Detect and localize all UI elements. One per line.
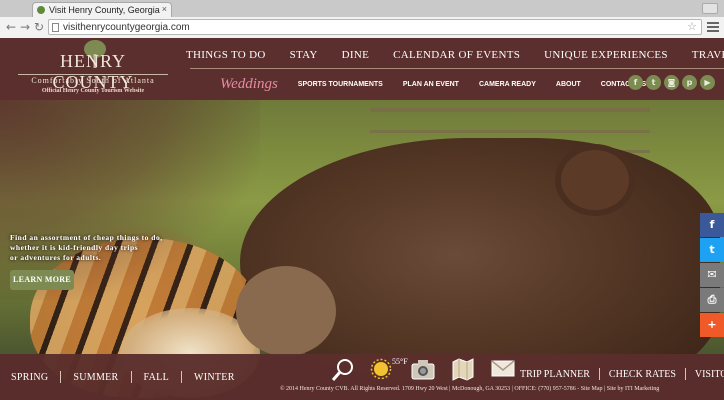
nav-dine[interactable]: DINE — [342, 49, 369, 61]
camera-icon[interactable] — [410, 357, 440, 383]
map-icon[interactable] — [450, 357, 480, 383]
share-twitter-icon[interactable]: t — [700, 238, 724, 262]
share-plus-icon[interactable]: + — [700, 313, 724, 337]
facebook-icon[interactable]: f — [628, 75, 643, 90]
url-text: visithenrycountygeorgia.com — [63, 22, 190, 33]
season-fall[interactable]: FALL — [144, 372, 169, 383]
season-winter[interactable]: WINTER — [194, 372, 235, 383]
share-facebook-icon[interactable]: f — [700, 213, 724, 237]
nav-camera-ready[interactable]: CAMERA READY — [479, 81, 536, 88]
copyright-text: © 2014 Henry County CVB. All Rights Rese… — [280, 386, 660, 392]
site: HENRY COUNTY Comfortably South of Atlant… — [0, 38, 724, 400]
seasons-nav: SPRING SUMMER FALL WINTER — [11, 371, 235, 383]
header-divider — [190, 68, 724, 69]
nav-things-to-do[interactable]: THINGS TO DO — [186, 49, 266, 61]
season-spring[interactable]: SPRING — [11, 372, 48, 383]
hero-line-3: or adventures for adults. — [10, 253, 102, 262]
search-icon[interactable] — [330, 357, 360, 383]
browser-menu-icon[interactable] — [706, 20, 720, 34]
page-icon — [52, 23, 59, 32]
bear-ear-image — [555, 144, 635, 216]
logo-official: Official Henry County Tourism Website — [41, 88, 145, 94]
footer-icons: 55°F — [330, 357, 530, 383]
browser-toolbar: ← → ↻ visithenrycountygeorgia.com ☆ — [0, 17, 724, 38]
hero-line-1: Find an assortment of cheap things to do… — [10, 233, 163, 242]
nav-stay[interactable]: STAY — [290, 49, 318, 61]
logo-tagline: Comfortably South of Atlanta — [18, 74, 168, 85]
social-links: f t ◙ p ▶ — [628, 75, 715, 90]
season-divider — [60, 371, 62, 383]
hero-text: Find an assortment of cheap things to do… — [10, 233, 200, 263]
learn-more-button[interactable]: LEARN MORE — [10, 270, 74, 290]
mail-icon[interactable] — [490, 357, 520, 383]
nav-unique-experiences[interactable]: UNIQUE EXPERIENCES — [544, 49, 668, 61]
youtube-icon[interactable]: ▶ — [700, 75, 715, 90]
main-nav: THINGS TO DO STAY DINE CALENDAR OF EVENT… — [186, 46, 724, 64]
season-divider — [130, 371, 132, 383]
tab-strip: Visit Henry County, Georgia × — [0, 0, 724, 17]
share-mail-icon[interactable]: ✉ — [700, 263, 724, 287]
window-button[interactable] — [702, 3, 718, 14]
nav-travel-blog[interactable]: TRAVEL BLOG — [692, 49, 724, 61]
nav-about[interactable]: ABOUT — [556, 81, 581, 88]
nav-weddings[interactable]: Weddings — [220, 76, 278, 93]
address-bar[interactable]: visithenrycountygeorgia.com ☆ — [48, 19, 702, 35]
logo-name: HENRY COUNTY — [52, 51, 134, 92]
season-summer[interactable]: SUMMER — [73, 372, 118, 383]
footer-links: TRIP PLANNER CHECK RATES VISITORS GUIDE — [520, 368, 724, 380]
check-rates-link[interactable]: CHECK RATES — [609, 369, 676, 380]
favicon-icon — [37, 6, 45, 14]
link-divider — [598, 368, 600, 380]
twitter-icon[interactable]: t — [646, 75, 661, 90]
sub-nav: Weddings SPORTS TOURNAMENTS PLAN AN EVEN… — [220, 75, 666, 93]
back-icon[interactable]: ← — [4, 20, 18, 34]
instagram-icon[interactable]: ◙ — [664, 75, 679, 90]
link-divider — [684, 368, 686, 380]
visitors-guide-link[interactable]: VISITORS GUIDE — [695, 369, 724, 380]
site-logo[interactable]: HENRY COUNTY Comfortably South of Atlant… — [18, 40, 168, 98]
season-divider — [181, 371, 182, 383]
share-rail: f t ✉ ⎙ + — [700, 213, 724, 338]
nav-sports-tournaments[interactable]: SPORTS TOURNAMENTS — [298, 81, 383, 88]
weather-temp: 55°F — [392, 357, 408, 366]
browser-chrome: Visit Henry County, Georgia × ← → ↻ visi… — [0, 0, 724, 38]
pinterest-icon[interactable]: p — [682, 75, 697, 90]
nav-calendar[interactable]: CALENDAR OF EVENTS — [393, 49, 520, 61]
tab-title: Visit Henry County, Georgia — [49, 5, 160, 15]
weather-icon[interactable]: 55°F — [370, 357, 408, 383]
forward-icon[interactable]: → — [18, 20, 32, 34]
hero-line-2: whether it is kid-friendly day trips — [10, 243, 139, 252]
share-print-icon[interactable]: ⎙ — [700, 288, 724, 312]
reload-icon[interactable]: ↻ — [32, 20, 46, 34]
trip-planner-link[interactable]: TRIP PLANNER — [520, 369, 590, 380]
close-tab-icon[interactable]: × — [162, 4, 167, 14]
nav-plan-an-event[interactable]: PLAN AN EVENT — [403, 81, 459, 88]
browser-tab[interactable]: Visit Henry County, Georgia × — [32, 2, 172, 17]
bookmark-star-icon[interactable]: ☆ — [687, 20, 697, 33]
